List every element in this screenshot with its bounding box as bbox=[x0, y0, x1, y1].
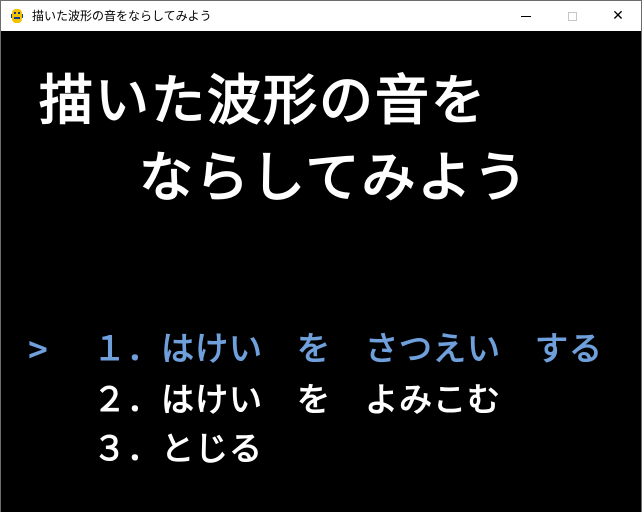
menu-item-capture-waveform[interactable]: １．はけい を さつえい する bbox=[93, 329, 603, 369]
close-icon: ✕ bbox=[612, 8, 624, 24]
app-window: 描いた波形の音をならしてみよう ✕ 描いた波形の音を ならしてみよう > １．は… bbox=[0, 0, 642, 512]
game-canvas[interactable]: 描いた波形の音を ならしてみよう > １．はけい を さつえい する ２．はけい… bbox=[1, 31, 641, 512]
close-button[interactable]: ✕ bbox=[595, 1, 641, 31]
title-bar[interactable]: 描いた波形の音をならしてみよう ✕ bbox=[1, 1, 641, 31]
window-title: 描いた波形の音をならしてみよう bbox=[32, 9, 212, 23]
minimize-button[interactable] bbox=[503, 1, 549, 31]
menu-cursor: > bbox=[28, 329, 48, 368]
screen-title-line-2: ならしてみよう bbox=[139, 146, 530, 209]
maximize-button[interactable] bbox=[549, 1, 595, 31]
screen-title-line-1: 描いた波形の音を bbox=[39, 69, 487, 132]
menu-item-close[interactable]: ３．とじる bbox=[93, 429, 263, 469]
minimize-icon bbox=[521, 15, 531, 17]
menu-item-load-waveform[interactable]: ２．はけい を よみこむ bbox=[93, 380, 501, 420]
maximize-icon bbox=[567, 11, 577, 21]
pygame-snake-icon bbox=[11, 9, 23, 23]
